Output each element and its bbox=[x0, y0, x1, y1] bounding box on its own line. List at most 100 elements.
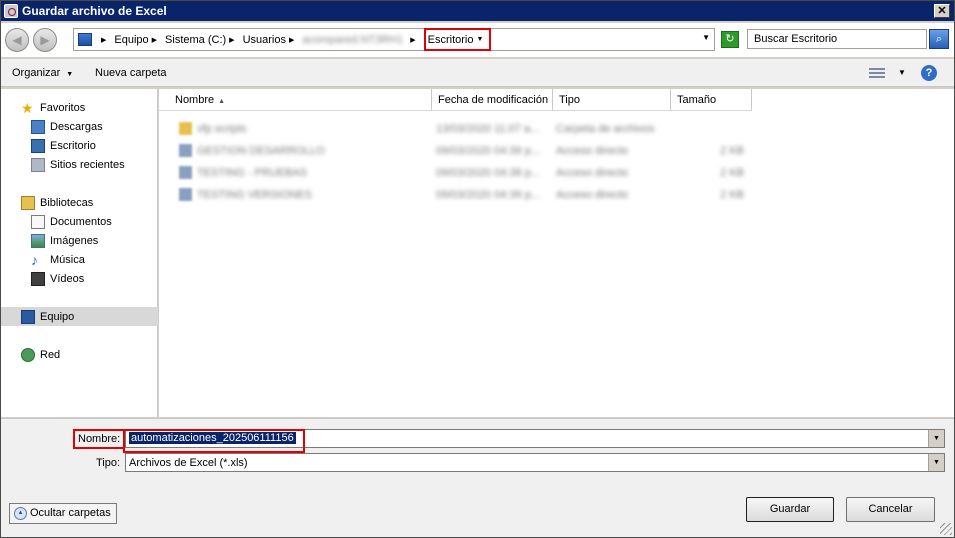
back-button[interactable]: ◀ bbox=[5, 28, 29, 52]
breadcrumb-escritorio[interactable]: Escritorio ▼ bbox=[423, 28, 492, 51]
breadcrumb-sistema[interactable]: Sistema (C:) ▶ bbox=[165, 34, 239, 46]
file-type: Acceso directo bbox=[556, 189, 629, 201]
nav-favorites[interactable]: ★ Favoritos bbox=[1, 98, 158, 117]
nav-documents[interactable]: Documentos bbox=[1, 212, 158, 231]
file-name: TESTING VERSIONES bbox=[197, 189, 312, 201]
column-header-name[interactable]: Nombre ▲ bbox=[159, 89, 432, 111]
hide-folders-button[interactable]: ▲ Ocultar carpetas bbox=[9, 503, 117, 524]
search-placeholder: Buscar Escritorio bbox=[754, 33, 838, 45]
nav-recent[interactable]: Sitios recientes bbox=[1, 155, 158, 174]
file-date: 09/03/2020 04:39 p... bbox=[436, 189, 540, 201]
nav-music[interactable]: ♪ Música bbox=[1, 250, 158, 269]
nav-desktop[interactable]: Escritorio bbox=[1, 136, 158, 155]
excel-app-icon bbox=[4, 4, 18, 18]
file-date: 09/03/2020 04:39 p... bbox=[436, 145, 540, 157]
file-type-select[interactable]: Archivos de Excel (*.xls) ▼ bbox=[125, 453, 945, 472]
file-type-label: Tipo: bbox=[96, 457, 121, 469]
search-button[interactable]: ⌕ bbox=[929, 29, 949, 49]
computer-icon bbox=[21, 309, 35, 324]
file-type: Acceso directo bbox=[556, 167, 629, 179]
column-header-size[interactable]: Tamaño bbox=[671, 89, 752, 111]
view-dropdown-icon[interactable]: ▼ bbox=[898, 68, 906, 77]
view-options-icon[interactable] bbox=[869, 68, 885, 78]
breadcrumb-user[interactable]: acompared.NT3RH1 bbox=[302, 34, 403, 46]
file-row[interactable]: vfp scripts 13/03/2020 11:07 a... Carpeta … bbox=[159, 118, 954, 140]
resize-grip-icon[interactable] bbox=[940, 523, 952, 535]
breadcrumb-usuarios[interactable]: Usuarios ▶ bbox=[243, 34, 299, 46]
file-type-value: Archivos de Excel (*.xls) bbox=[129, 457, 248, 469]
new-folder-button[interactable]: Nueva carpeta bbox=[95, 67, 167, 79]
file-size: 2 KB bbox=[720, 189, 744, 201]
shortcut-icon bbox=[179, 166, 192, 179]
help-icon[interactable]: ? bbox=[921, 65, 937, 81]
chevron-right-icon: ▶ bbox=[288, 36, 295, 44]
save-dialog: Guardar archivo de Excel ✕ ◀ ▶ ▶ Equipo ▶… bbox=[0, 0, 955, 538]
pictures-icon bbox=[31, 233, 45, 248]
address-dropdown-icon[interactable]: ▼ bbox=[702, 33, 710, 42]
address-row: ◀ ▶ ▶ Equipo ▶ Sistema (C:) ▶ Usuarios ▶ ac… bbox=[1, 23, 954, 57]
network-icon bbox=[21, 347, 35, 362]
refresh-icon: ↻ bbox=[725, 33, 735, 45]
documents-icon bbox=[31, 214, 45, 229]
folder-icon bbox=[179, 122, 192, 135]
search-input[interactable]: Buscar Escritorio bbox=[747, 29, 927, 49]
file-size: 2 KB bbox=[720, 167, 744, 179]
shortcut-icon bbox=[179, 188, 192, 201]
sort-up-icon: ▲ bbox=[218, 98, 226, 105]
libraries-icon bbox=[21, 195, 35, 210]
nav-videos[interactable]: Vídeos bbox=[1, 269, 158, 288]
file-name: vfp scripts bbox=[197, 123, 247, 135]
address-bar[interactable]: ▶ Equipo ▶ Sistema (C:) ▶ Usuarios ▶ acompa… bbox=[73, 28, 715, 51]
nav-downloads[interactable]: Descargas bbox=[1, 117, 158, 136]
organize-menu[interactable]: Organizar ▼ bbox=[12, 67, 73, 79]
downloads-icon bbox=[31, 119, 45, 134]
navigation-pane: ★ Favoritos Descargas Escritorio Sitios … bbox=[1, 89, 158, 417]
star-icon: ★ bbox=[21, 99, 34, 116]
file-name: TESTING - PRUEBAS bbox=[197, 167, 308, 179]
close-button[interactable]: ✕ bbox=[934, 4, 950, 18]
file-size: 2 KB bbox=[720, 145, 744, 157]
nav-libraries[interactable]: Bibliotecas bbox=[1, 193, 158, 212]
videos-icon bbox=[31, 271, 45, 286]
file-date: 09/03/2020 04:38 p... bbox=[436, 167, 540, 179]
window-title: Guardar archivo de Excel bbox=[22, 4, 167, 18]
file-row[interactable]: TESTING VERSIONES 09/03/2020 04:39 p... Ac… bbox=[159, 184, 954, 206]
chevron-down-icon: ▼ bbox=[66, 71, 74, 78]
nav-images[interactable]: Imágenes bbox=[1, 231, 158, 250]
breadcrumb-equipo[interactable]: Equipo ▶ bbox=[114, 34, 161, 46]
save-button[interactable]: Guardar bbox=[746, 497, 834, 522]
forward-button[interactable]: ▶ bbox=[33, 28, 57, 52]
chevron-down-icon: ▼ bbox=[476, 36, 484, 43]
chevron-up-icon: ▲ bbox=[14, 507, 27, 520]
chevron-down-icon[interactable]: ▼ bbox=[928, 454, 944, 471]
file-list: Nombre ▲ Fecha de modificación Tipo Tamañ… bbox=[159, 89, 954, 417]
command-bar: Organizar ▼ Nueva carpeta ▼ ? bbox=[1, 59, 954, 87]
title-bar: Guardar archivo de Excel ✕ bbox=[1, 1, 954, 21]
recent-places-icon bbox=[31, 157, 45, 172]
file-date: 13/03/2020 11:07 a... bbox=[436, 123, 540, 135]
column-header-date[interactable]: Fecha de modificación bbox=[432, 89, 553, 111]
desktop-icon bbox=[31, 138, 45, 153]
chevron-right-icon: ▶ bbox=[151, 36, 158, 44]
refresh-button[interactable]: ↻ bbox=[721, 31, 739, 48]
column-header-type[interactable]: Tipo bbox=[553, 89, 671, 111]
nav-computer[interactable]: Equipo bbox=[1, 307, 158, 326]
chevron-right-icon[interactable]: ▶ bbox=[407, 36, 419, 44]
chevron-down-icon[interactable]: ▼ bbox=[928, 430, 944, 447]
file-type: Acceso directo bbox=[556, 145, 629, 157]
file-name-label: Nombre: bbox=[73, 429, 126, 449]
crumb-separator-icon[interactable]: ▶ bbox=[98, 36, 110, 44]
music-icon: ♪ bbox=[31, 251, 38, 268]
nav-network[interactable]: Red bbox=[1, 345, 158, 364]
file-row[interactable]: GESTION DESARROLLO 09/03/2020 04:39 p... A… bbox=[159, 140, 954, 162]
shortcut-icon bbox=[179, 144, 192, 157]
save-options: Nombre: automatizaciones_202506111156 ▼ … bbox=[1, 418, 954, 537]
file-name: GESTION DESARROLLO bbox=[197, 145, 325, 157]
file-name-field[interactable]: automatizaciones_202506111156 ▼ bbox=[125, 429, 945, 448]
computer-icon bbox=[78, 33, 92, 46]
search-icon: ⌕ bbox=[935, 33, 943, 45]
file-type: Carpeta de archivos bbox=[556, 123, 655, 135]
file-row[interactable]: TESTING - PRUEBAS 09/03/2020 04:38 p... Ac… bbox=[159, 162, 954, 184]
cancel-button[interactable]: Cancelar bbox=[846, 497, 935, 522]
file-name-value: automatizaciones_202506111156 bbox=[129, 432, 296, 444]
